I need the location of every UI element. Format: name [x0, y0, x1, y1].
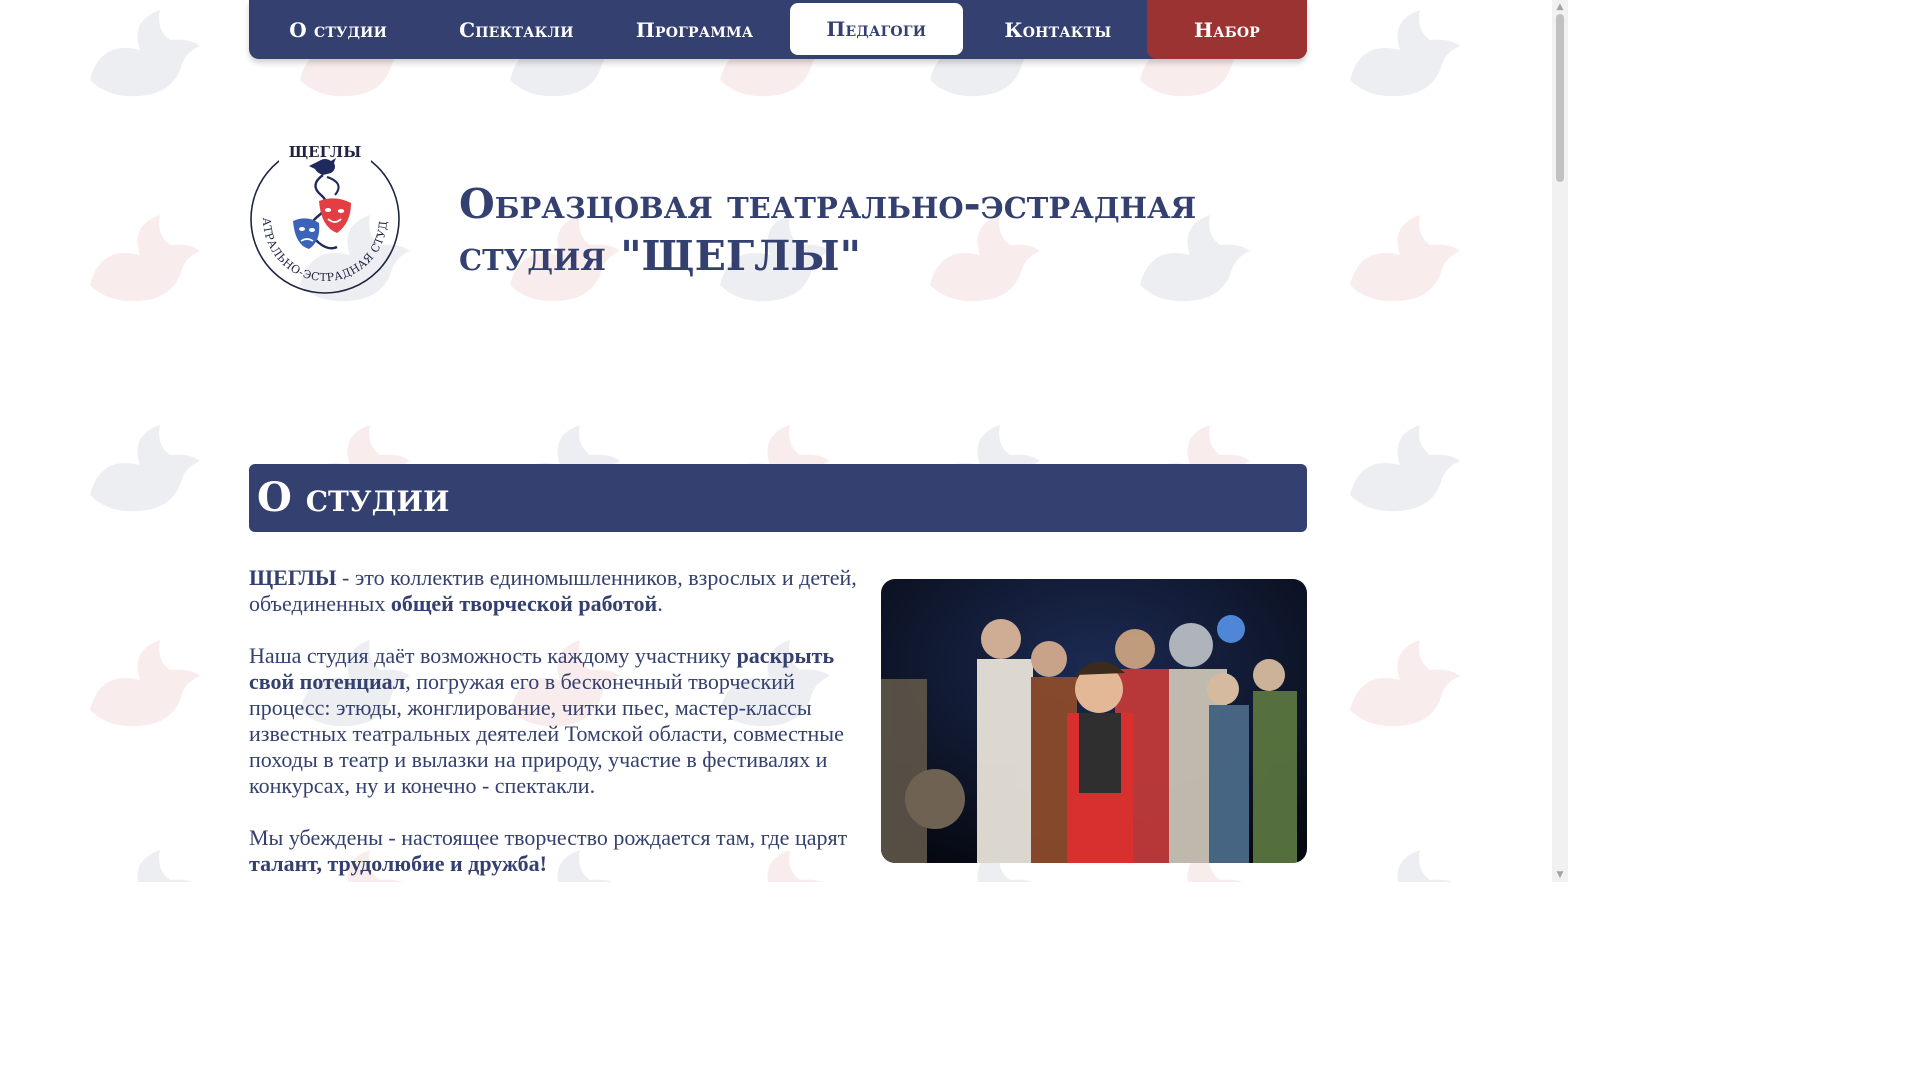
studio-logo[interactable]: ЩЕГЛЫ ТЕАТРАЛЬНО-ЭСТРАДНАЯ СТУДИЯ — [244, 127, 401, 303]
scroll-thumb[interactable] — [1556, 14, 1564, 182]
section-title: О студии — [257, 474, 450, 521]
background-bird-icon — [80, 640, 200, 740]
scroll-down-arrow-icon[interactable]: ▼ — [1552, 868, 1568, 882]
about-text: ЩЕГЛЫ - это коллектив единомышленников, … — [249, 565, 859, 903]
nav-item-program[interactable]: Программа — [606, 0, 784, 59]
background-bird-icon — [1340, 10, 1460, 110]
background-bird-icon — [80, 10, 200, 110]
background-bird-icon — [80, 850, 200, 882]
background-bird-icon — [80, 215, 200, 315]
site-title: Образцовая театрально-эстрадная студия "… — [459, 180, 1197, 280]
nav-item-teachers[interactable]: Педагоги — [789, 3, 963, 55]
section-header-about: О студии — [249, 464, 1307, 532]
page-scrollbar[interactable]: ▲ ▼ — [1552, 0, 1568, 882]
about-paragraph: ЩЕГЛЫ - это коллектив единомышленников, … — [249, 565, 857, 616]
background-bird-icon — [1340, 425, 1460, 525]
performance-photo — [881, 579, 1307, 863]
background-bird-icon — [80, 425, 200, 525]
scroll-up-arrow-icon[interactable]: ▲ — [1552, 0, 1568, 14]
background-bird-icon — [1340, 640, 1460, 740]
logo-top-text: ЩЕГЛЫ — [289, 143, 361, 161]
nav-item-about[interactable]: О студии — [249, 0, 427, 59]
nav-item-enrollment[interactable]: Набор — [1147, 0, 1307, 59]
background-bird-icon — [1340, 850, 1460, 882]
about-paragraph: Мы убеждены - настоящее творчество рожда… — [249, 825, 848, 876]
nav-item-contacts[interactable]: Контакты — [969, 0, 1147, 59]
about-paragraph: Наша студия даёт возможность каждому уча… — [249, 643, 844, 798]
nav-item-performances[interactable]: Спектакли — [427, 0, 605, 59]
background-bird-icon — [1340, 215, 1460, 315]
main-nav: О студии Спектакли Программа Педагоги Ко… — [249, 0, 1307, 59]
